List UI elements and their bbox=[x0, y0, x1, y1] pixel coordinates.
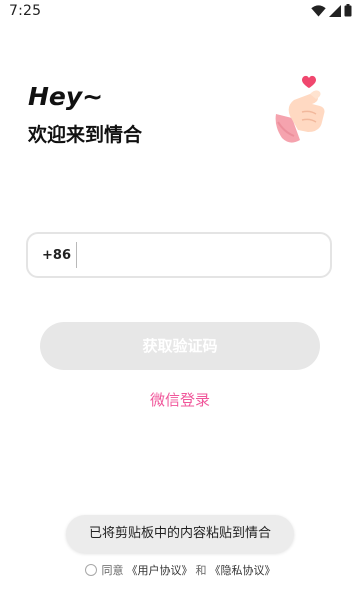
status-icons bbox=[311, 4, 352, 17]
greeting-text: Hey~ bbox=[28, 82, 104, 111]
heart-hand-icon bbox=[272, 66, 336, 146]
signal-icon bbox=[329, 4, 341, 17]
wifi-icon bbox=[311, 4, 326, 17]
agree-checkbox[interactable] bbox=[84, 564, 97, 576]
country-code[interactable]: +86 bbox=[42, 248, 71, 263]
phone-field: +86 bbox=[26, 232, 332, 278]
wechat-login-link[interactable]: 微信登录 bbox=[0, 389, 360, 410]
battery-icon bbox=[344, 4, 352, 17]
agreement-and: 和 bbox=[195, 564, 207, 577]
user-agreement-link[interactable]: 《用户协议》 bbox=[127, 562, 193, 578]
agreement-prefix: 同意 bbox=[101, 564, 124, 577]
clipboard-toast: 已将剪贴板中的内容粘贴到情合 bbox=[66, 515, 294, 553]
status-time: 7:25 bbox=[9, 3, 42, 19]
phone-input[interactable] bbox=[76, 242, 318, 268]
agreement-row: 同意 《用户协议》 和 《隐私协议》 bbox=[0, 562, 360, 578]
privacy-agreement-link[interactable]: 《隐私协议》 bbox=[210, 562, 276, 578]
status-bar: 7:25 bbox=[0, 0, 360, 24]
welcome-title: 欢迎来到情合 bbox=[28, 124, 143, 146]
get-code-button[interactable]: 获取验证码 bbox=[40, 322, 320, 370]
